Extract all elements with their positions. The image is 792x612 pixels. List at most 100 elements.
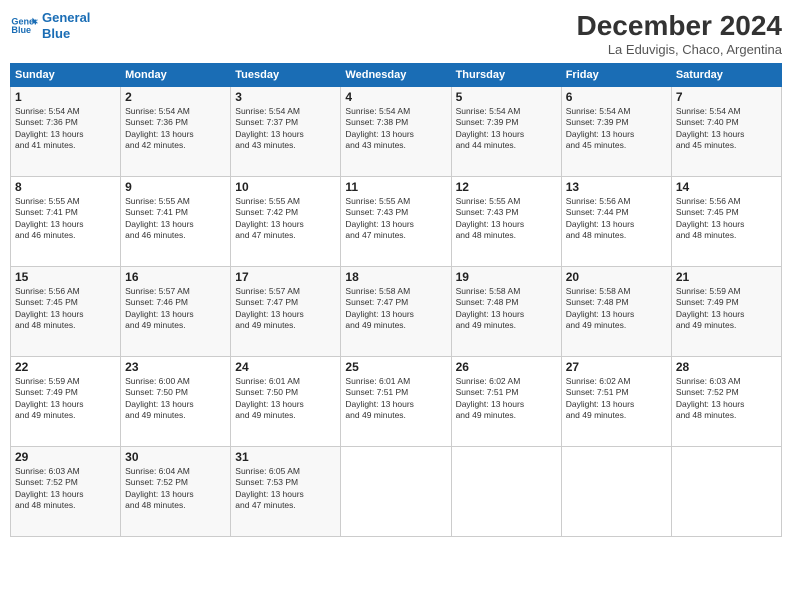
day-number: 27 [566, 360, 667, 374]
day-info: Sunrise: 5:55 AM Sunset: 7:41 PM Dayligh… [15, 196, 116, 242]
day-info: Sunrise: 5:55 AM Sunset: 7:41 PM Dayligh… [125, 196, 226, 242]
week-row-5: 29 Sunrise: 6:03 AM Sunset: 7:52 PM Dayli… [11, 447, 782, 537]
calendar-table: SundayMondayTuesdayWednesdayThursdayFrid… [10, 63, 782, 537]
day-cell: 12 Sunrise: 5:55 AM Sunset: 7:43 PM Dayli… [451, 177, 561, 267]
day-info: Sunrise: 5:59 AM Sunset: 7:49 PM Dayligh… [676, 286, 777, 332]
day-cell: 15 Sunrise: 5:56 AM Sunset: 7:45 PM Dayli… [11, 267, 121, 357]
day-info: Sunrise: 5:54 AM Sunset: 7:39 PM Dayligh… [456, 106, 557, 152]
day-cell [451, 447, 561, 537]
day-number: 18 [345, 270, 446, 284]
day-info: Sunrise: 5:54 AM Sunset: 7:38 PM Dayligh… [345, 106, 446, 152]
day-number: 5 [456, 90, 557, 104]
day-cell: 27 Sunrise: 6:02 AM Sunset: 7:51 PM Dayli… [561, 357, 671, 447]
day-number: 13 [566, 180, 667, 194]
day-number: 15 [15, 270, 116, 284]
day-number: 21 [676, 270, 777, 284]
day-info: Sunrise: 5:55 AM Sunset: 7:43 PM Dayligh… [345, 196, 446, 242]
day-cell: 11 Sunrise: 5:55 AM Sunset: 7:43 PM Dayli… [341, 177, 451, 267]
day-number: 24 [235, 360, 336, 374]
logo-line2: Blue [42, 26, 70, 41]
logo: General Blue General Blue [10, 10, 90, 41]
day-info: Sunrise: 5:54 AM Sunset: 7:39 PM Dayligh… [566, 106, 667, 152]
day-info: Sunrise: 5:59 AM Sunset: 7:49 PM Dayligh… [15, 376, 116, 422]
day-number: 12 [456, 180, 557, 194]
day-number: 28 [676, 360, 777, 374]
day-number: 11 [345, 180, 446, 194]
day-info: Sunrise: 6:03 AM Sunset: 7:52 PM Dayligh… [15, 466, 116, 512]
svg-text:Blue: Blue [11, 25, 31, 35]
day-cell: 4 Sunrise: 5:54 AM Sunset: 7:38 PM Daylig… [341, 87, 451, 177]
day-cell: 13 Sunrise: 5:56 AM Sunset: 7:44 PM Dayli… [561, 177, 671, 267]
day-info: Sunrise: 5:55 AM Sunset: 7:43 PM Dayligh… [456, 196, 557, 242]
month-title: December 2024 [577, 10, 782, 42]
day-info: Sunrise: 5:55 AM Sunset: 7:42 PM Dayligh… [235, 196, 336, 242]
day-info: Sunrise: 5:56 AM Sunset: 7:45 PM Dayligh… [676, 196, 777, 242]
day-header-sunday: Sunday [11, 64, 121, 87]
day-info: Sunrise: 6:05 AM Sunset: 7:53 PM Dayligh… [235, 466, 336, 512]
day-cell: 5 Sunrise: 5:54 AM Sunset: 7:39 PM Daylig… [451, 87, 561, 177]
location-subtitle: La Eduvigis, Chaco, Argentina [577, 42, 782, 57]
day-number: 2 [125, 90, 226, 104]
day-number: 23 [125, 360, 226, 374]
day-cell: 3Sunrise: 5:54 AM Sunset: 7:37 PM Daylig… [231, 87, 341, 177]
day-number: 4 [345, 90, 446, 104]
day-cell: 8 Sunrise: 5:55 AM Sunset: 7:41 PM Daylig… [11, 177, 121, 267]
day-number: 16 [125, 270, 226, 284]
day-cell: 17 Sunrise: 5:57 AM Sunset: 7:47 PM Dayli… [231, 267, 341, 357]
day-number: 8 [15, 180, 116, 194]
day-header-monday: Monday [121, 64, 231, 87]
day-number: 7 [676, 90, 777, 104]
day-cell: 1Sunrise: 5:54 AM Sunset: 7:36 PM Daylig… [11, 87, 121, 177]
days-header-row: SundayMondayTuesdayWednesdayThursdayFrid… [11, 64, 782, 87]
day-number: 6 [566, 90, 667, 104]
day-info: Sunrise: 6:03 AM Sunset: 7:52 PM Dayligh… [676, 376, 777, 422]
week-row-4: 22 Sunrise: 5:59 AM Sunset: 7:49 PM Dayli… [11, 357, 782, 447]
day-info: Sunrise: 5:56 AM Sunset: 7:45 PM Dayligh… [15, 286, 116, 332]
day-number: 20 [566, 270, 667, 284]
week-row-2: 8 Sunrise: 5:55 AM Sunset: 7:41 PM Daylig… [11, 177, 782, 267]
day-number: 31 [235, 450, 336, 464]
day-cell: 24 Sunrise: 6:01 AM Sunset: 7:50 PM Dayli… [231, 357, 341, 447]
day-number: 3 [235, 90, 336, 104]
day-info: Sunrise: 5:57 AM Sunset: 7:46 PM Dayligh… [125, 286, 226, 332]
day-cell: 23 Sunrise: 6:00 AM Sunset: 7:50 PM Dayli… [121, 357, 231, 447]
day-cell: 6 Sunrise: 5:54 AM Sunset: 7:39 PM Daylig… [561, 87, 671, 177]
logo-icon: General Blue [10, 12, 38, 40]
day-cell: 19 Sunrise: 5:58 AM Sunset: 7:48 PM Dayli… [451, 267, 561, 357]
day-cell: 14 Sunrise: 5:56 AM Sunset: 7:45 PM Dayli… [671, 177, 781, 267]
week-row-1: 1 Sunrise: 5:54 AM Sunset: 7:36 PM Daylig… [11, 87, 782, 177]
day-info: Sunrise: 5:58 AM Sunset: 7:48 PM Dayligh… [566, 286, 667, 332]
day-cell: 29 Sunrise: 6:03 AM Sunset: 7:52 PM Dayli… [11, 447, 121, 537]
day-number: 29 [15, 450, 116, 464]
day-info: Sunrise: 5:54 AM Sunset: 7:36 PM Dayligh… [125, 106, 226, 152]
day-info: Sunrise: 5:58 AM Sunset: 7:48 PM Dayligh… [456, 286, 557, 332]
day-cell [341, 447, 451, 537]
day-number: 22 [15, 360, 116, 374]
day-info: Sunrise: 5:56 AM Sunset: 7:44 PM Dayligh… [566, 196, 667, 242]
day-info: Sunrise: 6:02 AM Sunset: 7:51 PM Dayligh… [456, 376, 557, 422]
day-number: 17 [235, 270, 336, 284]
day-info: Sunrise: 6:01 AM Sunset: 7:51 PM Dayligh… [345, 376, 446, 422]
day-cell [671, 447, 781, 537]
day-info: Sunrise: 5:54 AM Sunset: 7:40 PM Dayligh… [676, 106, 777, 152]
day-cell: 2 Sunrise: 5:54 AM Sunset: 7:36 PM Daylig… [121, 87, 231, 177]
day-number: 25 [345, 360, 446, 374]
day-cell: 31 Sunrise: 6:05 AM Sunset: 7:53 PM Dayli… [231, 447, 341, 537]
day-number: 1 [15, 90, 116, 104]
day-info: Sunrise: 6:02 AM Sunset: 7:51 PM Dayligh… [566, 376, 667, 422]
day-number: 14 [676, 180, 777, 194]
day-header-thursday: Thursday [451, 64, 561, 87]
day-info: Sunrise: 6:00 AM Sunset: 7:50 PM Dayligh… [125, 376, 226, 422]
day-info: Sunrise: 6:01 AM Sunset: 7:50 PM Dayligh… [235, 376, 336, 422]
day-number: 9 [125, 180, 226, 194]
day-info: Sunrise: 5:57 AM Sunset: 7:47 PM Dayligh… [235, 286, 336, 332]
logo-line1: General [42, 10, 90, 25]
day-number: 19 [456, 270, 557, 284]
day-header-wednesday: Wednesday [341, 64, 451, 87]
day-cell: 9 Sunrise: 5:55 AM Sunset: 7:41 PM Daylig… [121, 177, 231, 267]
day-cell: 10Sunrise: 5:55 AM Sunset: 7:42 PM Dayli… [231, 177, 341, 267]
day-cell: 18Sunrise: 5:58 AM Sunset: 7:47 PM Dayli… [341, 267, 451, 357]
day-cell: 16 Sunrise: 5:57 AM Sunset: 7:46 PM Dayli… [121, 267, 231, 357]
day-header-tuesday: Tuesday [231, 64, 341, 87]
day-cell: 7 Sunrise: 5:54 AM Sunset: 7:40 PM Daylig… [671, 87, 781, 177]
